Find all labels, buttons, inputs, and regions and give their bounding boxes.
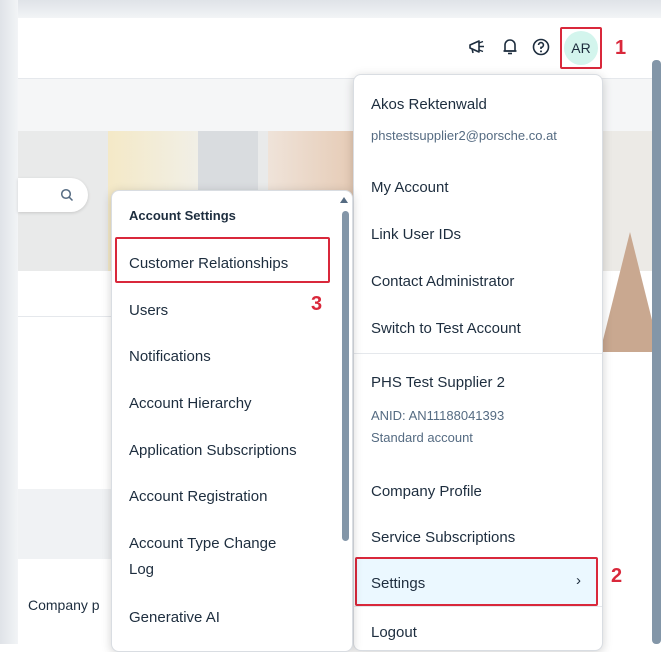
page-scrollbar[interactable] — [652, 60, 661, 644]
search-icon — [60, 188, 74, 202]
menu-divider — [354, 606, 602, 607]
menu-item-account-type-change-log[interactable]: Account Type Change — [129, 535, 276, 552]
submenu-scrollbar-thumb[interactable] — [342, 211, 349, 541]
company-profile-label: Company p — [28, 597, 100, 613]
highlight-customer-relationships — [115, 237, 330, 283]
window-shadow-left — [0, 0, 18, 644]
content-section — [18, 489, 118, 559]
menu-item-notifications[interactable]: Notifications — [129, 348, 211, 365]
menu-item-company-profile[interactable]: Company Profile — [371, 483, 482, 500]
company-anid: ANID: AN11188041393 — [371, 408, 505, 423]
menu-item-account-type-change-log-line2[interactable]: Log — [129, 561, 154, 578]
menu-item-logout[interactable]: Logout — [371, 624, 417, 641]
user-name: Akos Rektenwald — [371, 96, 487, 113]
page-content — [18, 271, 118, 644]
megaphone-icon[interactable] — [467, 38, 487, 61]
user-email: phstestsupplier2@porsche.co.at — [371, 128, 557, 143]
divider — [18, 316, 118, 317]
menu-item-users[interactable]: Users — [129, 302, 168, 319]
menu-item-application-subscriptions[interactable]: Application Subscriptions — [129, 442, 297, 459]
menu-item-my-account[interactable]: My Account — [371, 179, 449, 196]
step-number-1: 1 — [615, 37, 627, 59]
menu-divider — [354, 353, 602, 354]
menu-item-account-hierarchy[interactable]: Account Hierarchy — [129, 395, 252, 412]
company-name: PHS Test Supplier 2 — [371, 374, 505, 391]
bell-icon[interactable] — [502, 37, 518, 62]
menu-item-switch-to-test-account[interactable]: Switch to Test Account — [371, 320, 521, 337]
scroll-up-arrow-icon[interactable] — [340, 197, 348, 203]
highlight-avatar — [560, 27, 602, 69]
submenu-title: Account Settings — [129, 208, 236, 223]
menu-item-service-subscriptions[interactable]: Service Subscriptions — [371, 529, 515, 546]
menu-item-contact-administrator[interactable]: Contact Administrator — [371, 273, 514, 290]
search-input[interactable] — [18, 178, 88, 212]
menu-item-account-registration[interactable]: Account Registration — [129, 488, 267, 505]
menu-item-generative-ai[interactable]: Generative AI — [129, 609, 220, 626]
menu-item-link-user-ids[interactable]: Link User IDs — [371, 226, 461, 243]
hero-decoration-triangle — [600, 232, 660, 352]
window-shadow-top — [0, 0, 661, 18]
highlight-settings — [355, 557, 598, 606]
step-number-3: 3 — [311, 293, 323, 315]
account-type: Standard account — [371, 430, 473, 445]
step-number-2: 2 — [611, 565, 623, 587]
help-icon[interactable] — [531, 37, 551, 62]
